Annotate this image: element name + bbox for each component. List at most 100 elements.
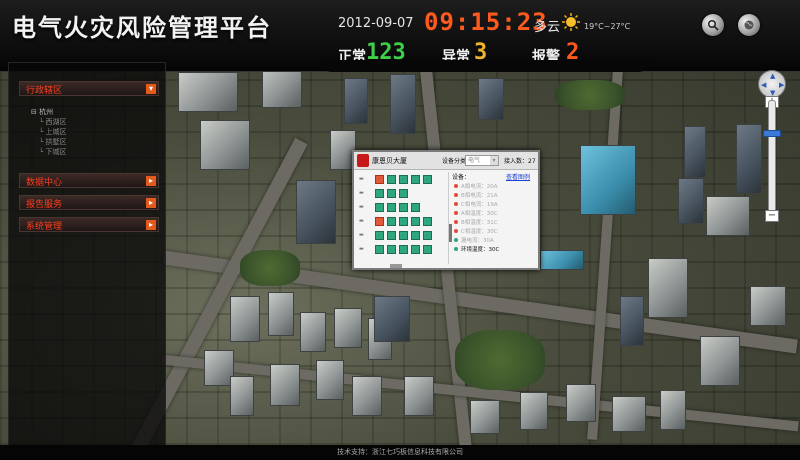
map-building xyxy=(520,392,548,430)
access-count-label: 接入数： xyxy=(504,158,529,165)
map-building xyxy=(620,296,644,346)
arrow-up-icon[interactable]: ▲ xyxy=(770,72,775,80)
device-cell[interactable] xyxy=(399,245,408,254)
menu-item-reports[interactable]: 报告服务 ▸ xyxy=(19,195,159,210)
zoom-slider-handle[interactable] xyxy=(763,130,781,137)
map-building xyxy=(390,74,416,134)
device-cell[interactable] xyxy=(411,175,420,184)
arrow-right-icon[interactable]: ▶ xyxy=(779,81,784,89)
map-park xyxy=(455,330,545,390)
device-cell[interactable] xyxy=(375,231,384,240)
device-cell[interactable] xyxy=(411,203,420,212)
map-building xyxy=(178,72,238,112)
globe-button[interactable] xyxy=(738,14,760,36)
reading-row: 环境温度：30C xyxy=(454,245,499,253)
reading-row: 漏电流：30A xyxy=(454,236,494,244)
device-cell[interactable] xyxy=(399,175,408,184)
floor-label: ▬ xyxy=(359,204,364,210)
status-dot xyxy=(454,247,458,251)
current-time: 09:15:23 xyxy=(424,8,548,36)
reading-text: B相电流：21A xyxy=(461,193,498,199)
device-cell[interactable] xyxy=(375,189,384,198)
reading-row: A相温度：30C xyxy=(454,209,498,217)
zoom-out-button[interactable]: − xyxy=(765,210,779,222)
device-cell[interactable] xyxy=(399,189,408,198)
search-button[interactable] xyxy=(702,14,724,36)
reading-text: C相温度：30C xyxy=(461,229,498,235)
tree-root-label: 杭州 xyxy=(39,108,54,116)
map-building xyxy=(334,308,362,348)
reading-row: B相电流：21A xyxy=(454,191,498,199)
device-cell[interactable] xyxy=(387,175,396,184)
device-title: 设备： xyxy=(452,174,471,181)
status-dot xyxy=(454,229,458,233)
building-info-popup: 康恩贝大厦 设备分类 电气 ▾ 接入数：27 ▬ ▬ ▬ ▬ ▬ ▬ 设备： 查… xyxy=(352,150,540,270)
device-cell-alarm[interactable] xyxy=(375,175,384,184)
chevron-right-icon: ▸ xyxy=(146,176,156,186)
map-building xyxy=(470,400,500,434)
device-cell[interactable] xyxy=(423,231,432,240)
tree-node[interactable]: └ 上城区 xyxy=(31,127,66,137)
status-dot xyxy=(454,211,458,215)
stat-alarm-label: 报警 xyxy=(532,49,560,65)
arrow-left-icon[interactable]: ◀ xyxy=(761,81,766,89)
map-building xyxy=(404,376,434,416)
app-title: 电气火灾风险管理平台 xyxy=(12,13,272,42)
menu-item-region[interactable]: 行政辖区 ▾ xyxy=(19,81,159,96)
menu-item-label: 数据中心 xyxy=(26,178,63,188)
device-cell[interactable] xyxy=(423,245,432,254)
map-building xyxy=(706,196,750,236)
map-building xyxy=(750,286,786,326)
map-building xyxy=(268,292,294,336)
tree-node[interactable]: └ 下城区 xyxy=(31,147,66,157)
device-cell[interactable] xyxy=(387,217,396,226)
menu-item-system[interactable]: 系统管理 ▸ xyxy=(19,217,159,232)
reading-text: A相电流：20A xyxy=(461,184,498,190)
tree-node-label: 下城区 xyxy=(45,148,67,156)
map-building xyxy=(540,250,584,270)
map-building xyxy=(736,124,762,194)
tree-node[interactable]: └ 西湖区 xyxy=(31,117,66,127)
chevron-down-icon: ▾ xyxy=(146,84,156,94)
tree-node-label: 上城区 xyxy=(45,128,67,136)
globe-icon xyxy=(744,20,754,30)
tree-node[interactable]: └ 拱墅区 xyxy=(31,137,66,147)
weather-condition: 多云 xyxy=(534,20,561,35)
device-cell[interactable] xyxy=(387,231,396,240)
menu-item-label: 系统管理 xyxy=(26,222,63,232)
floor-label: ▬ xyxy=(359,176,364,182)
map-building xyxy=(344,78,368,124)
device-cell[interactable] xyxy=(375,203,384,212)
floor-grid: ▬ ▬ ▬ ▬ ▬ ▬ xyxy=(357,172,452,264)
device-cell[interactable] xyxy=(387,203,396,212)
device-cell[interactable] xyxy=(387,245,396,254)
building-name: 康恩贝大厦 xyxy=(372,157,407,165)
device-cell[interactable] xyxy=(399,217,408,226)
status-dot xyxy=(454,193,458,197)
tree-root[interactable]: ⊟ 杭州 xyxy=(31,107,66,117)
device-cell[interactable] xyxy=(423,217,432,226)
map-building xyxy=(200,120,250,170)
view-legend-link[interactable]: 查看图例 xyxy=(506,172,530,181)
building-icon xyxy=(357,154,369,167)
tree-node-label: 西湖区 xyxy=(45,118,67,126)
device-cell[interactable] xyxy=(399,231,408,240)
reading-text: 环境温度：30C xyxy=(461,247,500,253)
map-pan-control[interactable]: ▲ ▼ ◀ ▶ xyxy=(758,70,786,98)
device-cell[interactable] xyxy=(375,245,384,254)
sun-icon xyxy=(562,13,580,31)
device-cell[interactable] xyxy=(423,175,432,184)
device-cell[interactable] xyxy=(411,231,420,240)
menu-item-data-center[interactable]: 数据中心 ▸ xyxy=(19,173,159,188)
zoom-slider[interactable] xyxy=(768,100,776,212)
popup-header: 康恩贝大厦 设备分类 电气 ▾ 接入数：27 xyxy=(354,152,538,170)
popup-horizontal-scrollbar[interactable] xyxy=(390,264,402,268)
map-building xyxy=(648,258,688,318)
category-select[interactable]: 电气 ▾ xyxy=(465,155,499,166)
device-cell[interactable] xyxy=(411,245,420,254)
device-cell-alarm[interactable] xyxy=(375,217,384,226)
device-cell[interactable] xyxy=(399,203,408,212)
category-select-value: 电气 xyxy=(468,157,481,164)
device-cell[interactable] xyxy=(387,189,396,198)
device-cell[interactable] xyxy=(411,217,420,226)
